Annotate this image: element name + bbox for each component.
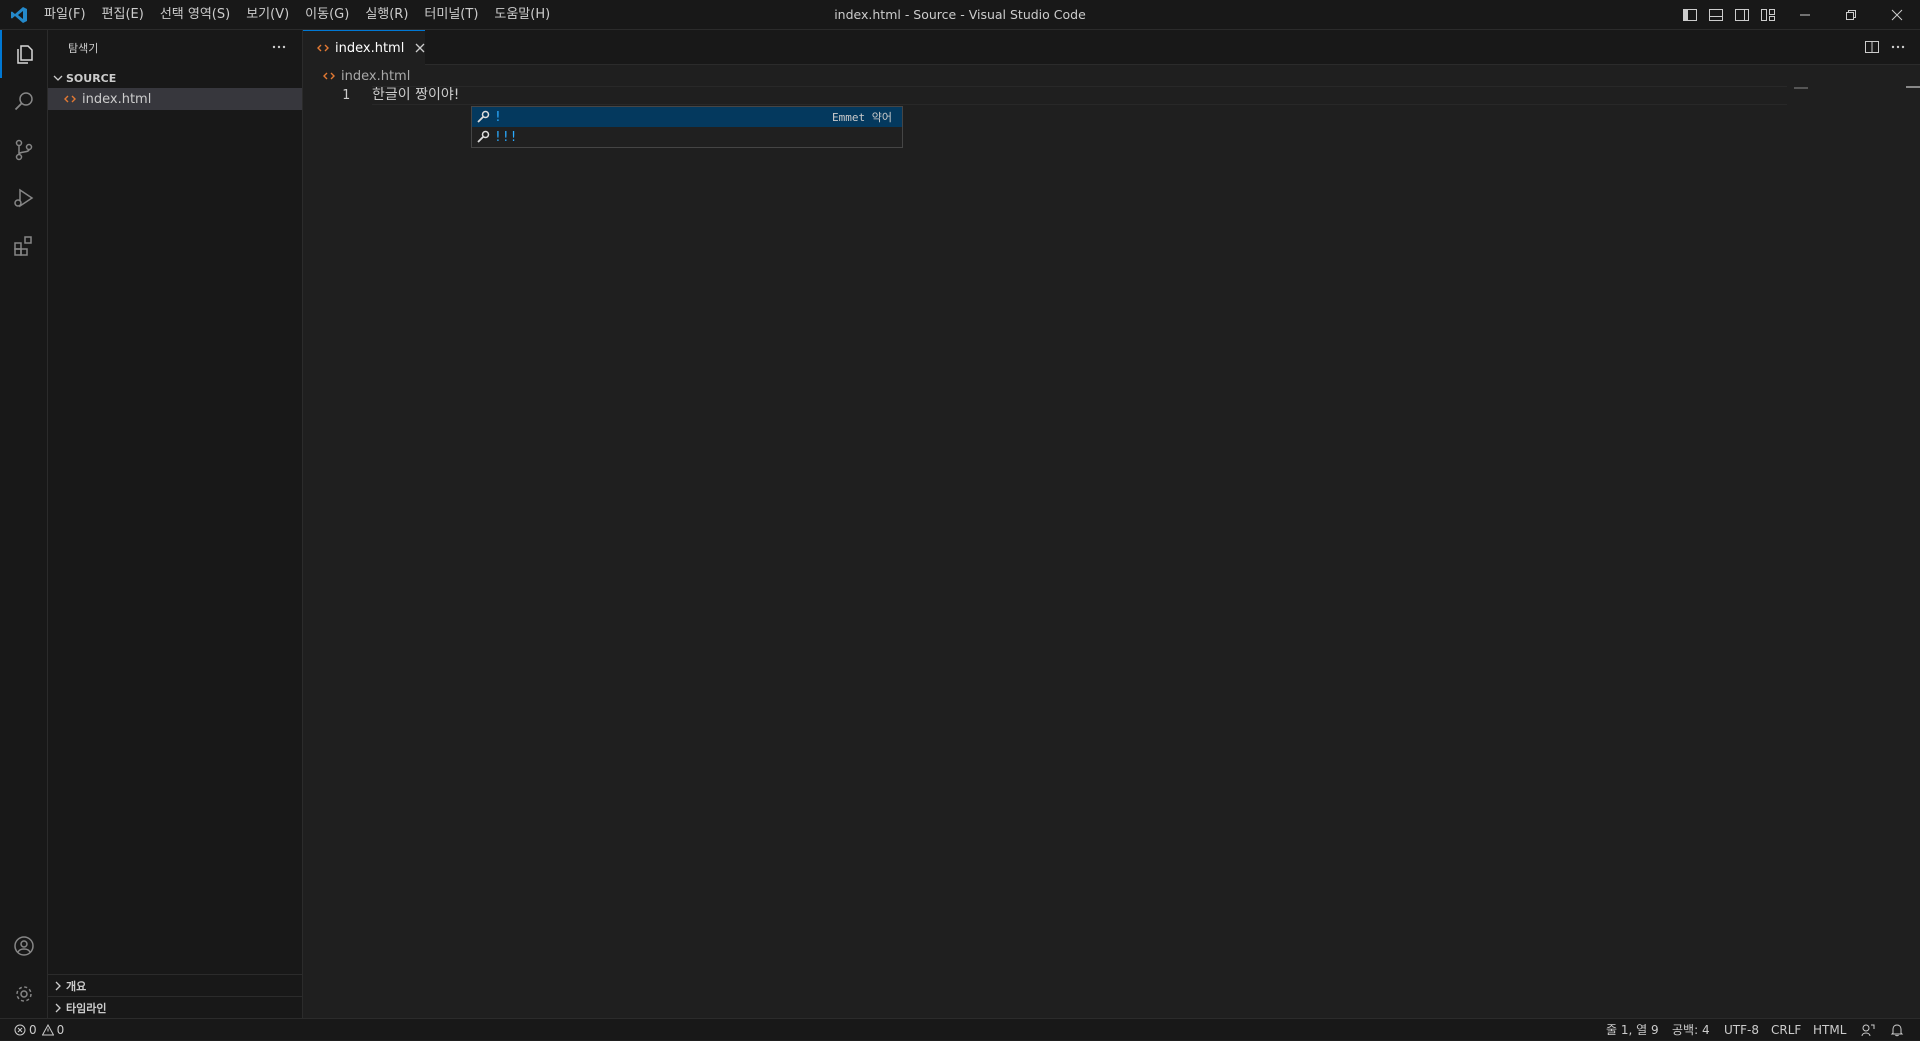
warning-icon [41, 1024, 54, 1036]
timeline-label: 타임라인 [66, 1001, 107, 1015]
html-file-icon [323, 70, 335, 82]
indentation-status[interactable]: 공백: 4 [1672, 1019, 1710, 1041]
eol-status[interactable]: CRLF [1771, 1019, 1801, 1041]
error-count: 0 [29, 1023, 37, 1037]
tab-label: index.html [335, 40, 405, 56]
file-name: index.html [82, 91, 152, 107]
menu-bar: 파일(F) 편집(E) 선택 영역(S) 보기(V) 이동(G) 실행(R) 터… [36, 0, 558, 30]
line-number: 1 [342, 88, 350, 103]
suggestion-detail: Emmet 약어 [832, 111, 892, 124]
more-actions-icon[interactable] [268, 36, 290, 58]
close-tab-icon[interactable] [414, 42, 426, 54]
explorer-icon[interactable] [0, 30, 48, 78]
current-line-highlight [372, 86, 1787, 105]
editor-more-actions-icon[interactable] [1890, 39, 1906, 55]
customize-layout-icon[interactable] [1760, 7, 1776, 23]
scrollbar-cursor-marker [1906, 86, 1920, 88]
source-control-icon[interactable] [0, 126, 48, 174]
menu-go[interactable]: 이동(G) [297, 0, 357, 30]
run-debug-icon[interactable] [0, 174, 48, 222]
menu-run[interactable]: 실행(R) [357, 0, 416, 30]
status-bar: 0 0 줄 1, 열 9 공백: 4 UTF-8 CRLF HTML [0, 1018, 1920, 1040]
search-icon[interactable] [0, 78, 48, 126]
minimize-button[interactable] [1782, 0, 1828, 30]
breadcrumb-file: index.html [341, 68, 411, 84]
extensions-icon[interactable] [0, 222, 48, 270]
chevron-right-icon [52, 1002, 64, 1014]
suggest-widget: ! Emmet 약어 !!! [471, 106, 903, 148]
toggle-panel-icon[interactable] [1708, 7, 1724, 23]
suggestion-item[interactable]: !!! [472, 127, 902, 147]
window-title: index.html - Source - Visual Studio Code [834, 7, 1086, 22]
menu-edit[interactable]: 편집(E) [94, 0, 152, 30]
editor-tab-bar: index.html [303, 30, 1920, 65]
explorer-sidebar: 탐색기 SOURCE index.html 개요 타임라인 [48, 30, 303, 1018]
suggestion-item[interactable]: ! Emmet 약어 [472, 107, 902, 127]
split-editor-icon[interactable] [1864, 39, 1880, 55]
menu-file[interactable]: 파일(F) [36, 0, 94, 30]
timeline-section-header[interactable]: 타임라인 [48, 996, 302, 1018]
chevron-right-icon [52, 980, 64, 992]
vscode-logo-icon [10, 6, 28, 24]
sidebar-title: 탐색기 [68, 42, 99, 55]
outline-section-header[interactable]: 개요 [48, 974, 302, 996]
close-window-button[interactable] [1874, 0, 1920, 30]
tab-index-html[interactable]: index.html [303, 30, 425, 65]
outline-label: 개요 [66, 979, 87, 993]
menu-terminal[interactable]: 터미널(T) [416, 0, 486, 30]
settings-gear-icon[interactable] [0, 970, 48, 1018]
menu-help[interactable]: 도움말(H) [486, 0, 558, 30]
activity-bar [0, 30, 48, 1018]
cursor-position[interactable]: 줄 1, 열 9 [1606, 1019, 1659, 1041]
toggle-secondary-sidebar-icon[interactable] [1734, 7, 1750, 23]
error-icon [14, 1024, 26, 1036]
menu-selection[interactable]: 선택 영역(S) [152, 0, 238, 30]
breadcrumb[interactable]: index.html [323, 66, 410, 86]
suggestion-label: ! [494, 109, 502, 125]
html-file-icon [64, 93, 76, 105]
folder-section-header[interactable]: SOURCE [48, 67, 302, 89]
code-line[interactable]: 한글이 짱이야! [372, 86, 459, 105]
title-bar: 파일(F) 편집(E) 선택 영역(S) 보기(V) 이동(G) 실행(R) 터… [0, 0, 1920, 30]
wrench-icon [476, 110, 490, 124]
wrench-icon [476, 130, 490, 144]
file-item[interactable]: index.html [48, 88, 302, 110]
toggle-primary-sidebar-icon[interactable] [1682, 7, 1698, 23]
folder-name: SOURCE [66, 71, 117, 85]
notifications-bell-icon[interactable] [1890, 1023, 1904, 1037]
menu-view[interactable]: 보기(V) [238, 0, 297, 30]
restore-button[interactable] [1828, 0, 1874, 30]
problems-status[interactable]: 0 0 [14, 1019, 64, 1041]
encoding-status[interactable]: UTF-8 [1724, 1019, 1759, 1041]
minimap-line [1794, 87, 1808, 89]
chevron-down-icon [52, 72, 64, 84]
suggestion-label: !!! [494, 129, 518, 145]
language-mode[interactable]: HTML [1813, 1019, 1846, 1041]
accounts-icon[interactable] [0, 922, 48, 970]
warning-count: 0 [56, 1023, 65, 1037]
html-file-icon [317, 42, 329, 54]
feedback-icon[interactable] [1861, 1023, 1875, 1037]
